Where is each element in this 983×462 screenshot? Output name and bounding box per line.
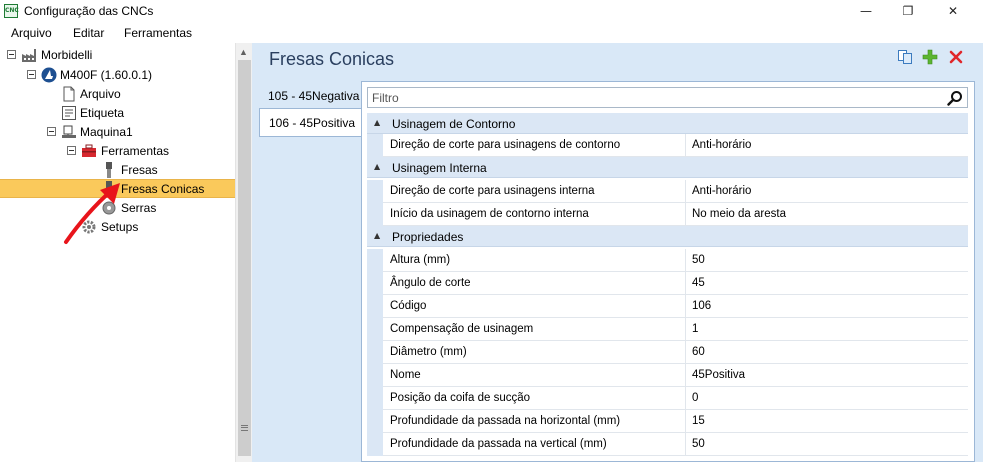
chevron-up-icon[interactable]: ▲ (374, 231, 380, 240)
tree-item-etiqueta[interactable]: Etiqueta (80, 106, 124, 120)
property-row[interactable]: Início da usinagem de contorno interna N… (367, 203, 968, 226)
collapse-toggle-morbidelli[interactable] (7, 50, 16, 59)
property-panel: ▲ Usinagem de Contorno Direção de corte … (361, 81, 975, 462)
property-name: Direção de corte para usinagens interna (383, 180, 686, 203)
property-row[interactable]: Profundidade da passada na horizontal (m… (367, 410, 968, 433)
tree-scrollbar[interactable]: ▲ (235, 43, 252, 462)
scroll-up-icon[interactable]: ▲ (239, 47, 248, 57)
property-value[interactable]: 60 (686, 341, 968, 364)
property-value[interactable]: Anti-horário (686, 180, 968, 203)
property-name: Direção de corte para usinagens de conto… (383, 134, 686, 157)
menu-ferramentas[interactable]: Ferramentas (124, 26, 192, 40)
toolbox-icon (82, 144, 96, 157)
saw-icon (102, 201, 116, 215)
property-name: Profundidade da passada na vertical (mm) (383, 433, 686, 456)
property-name: Posição da coifa de sucção (383, 387, 686, 410)
property-row[interactable]: Nome 45Positiva (367, 364, 968, 387)
tree-item-setups[interactable]: Setups (101, 220, 138, 234)
machine-icon (62, 125, 76, 138)
property-value[interactable]: Anti-horário (686, 134, 968, 157)
label-icon (62, 106, 76, 120)
category-usinagem-contorno[interactable]: ▲ Usinagem de Contorno (367, 113, 968, 134)
filter-box (367, 87, 968, 108)
chevron-up-icon[interactable]: ▲ (374, 118, 380, 127)
tree-item-fresas-conicas[interactable]: Fresas Conicas (121, 182, 204, 196)
property-row[interactable]: Compensação de usinagem 1 (367, 318, 968, 341)
machine-logo-icon (41, 67, 57, 83)
details-panel: Fresas Conicas 105 - 45Negativa 106 - 45… (252, 43, 983, 462)
property-value[interactable]: 106 (686, 295, 968, 318)
tree-item-arquivo[interactable]: Arquivo (80, 87, 121, 101)
property-value[interactable]: 50 (686, 249, 968, 272)
property-name: Ângulo de corte (383, 272, 686, 295)
maximize-button[interactable]: ❐ (885, 0, 931, 22)
property-value[interactable]: 0 (686, 387, 968, 410)
drill-bit-icon (106, 162, 112, 178)
copy-icon[interactable] (897, 49, 913, 65)
property-row[interactable]: Diâmetro (mm) 60 (367, 341, 968, 364)
collapse-toggle-m400f[interactable] (27, 70, 36, 79)
category-propriedades[interactable]: ▲ Propriedades (367, 226, 968, 247)
tree-item-maquina1[interactable]: Maquina1 (80, 125, 133, 139)
property-row[interactable]: Código 106 (367, 295, 968, 318)
property-row[interactable]: Ângulo de corte 45 (367, 272, 968, 295)
property-name: Profundidade da passada na horizontal (m… (383, 410, 686, 433)
property-name: Início da usinagem de contorno interna (383, 203, 686, 226)
tree-item-fresas[interactable]: Fresas (121, 163, 158, 177)
property-name: Código (383, 295, 686, 318)
menu-bar: Arquivo Editar Ferramentas (0, 22, 983, 43)
filter-input[interactable] (372, 90, 932, 105)
cnc-app-icon: CNC (4, 4, 19, 18)
title-bar: CNC Configuração das CNCs — ❐ ✕ (0, 0, 983, 22)
close-button[interactable]: ✕ (930, 0, 976, 22)
property-name: Compensação de usinagem (383, 318, 686, 341)
property-row[interactable]: Direção de corte para usinagens interna … (367, 180, 968, 203)
search-icon[interactable] (947, 90, 963, 106)
window-title: Configuração das CNCs (24, 4, 154, 18)
menu-arquivo[interactable]: Arquivo (11, 26, 52, 40)
property-row[interactable]: Profundidade da passada na vertical (mm)… (367, 433, 968, 456)
tree-item-morbidelli[interactable]: Morbidelli (41, 48, 92, 62)
category-usinagem-interna[interactable]: ▲ Usinagem Interna (367, 157, 968, 178)
tree-item-m400f[interactable]: M400F (1.60.0.1) (60, 68, 152, 82)
property-value[interactable]: 45 (686, 272, 968, 295)
collapse-toggle-ferramentas[interactable] (67, 146, 76, 155)
page-title: Fresas Conicas (269, 49, 395, 69)
factory-icon (22, 49, 36, 62)
tab-106-45positiva[interactable]: 106 - 45Positiva (259, 108, 362, 137)
tree-item-ferramentas[interactable]: Ferramentas (101, 144, 169, 158)
chevron-up-icon[interactable]: ▲ (374, 162, 380, 171)
collapse-toggle-maquina1[interactable] (47, 127, 56, 136)
property-row[interactable]: Posição da coifa de sucção 0 (367, 387, 968, 410)
category-label: Usinagem Interna (392, 161, 487, 175)
property-value[interactable]: No meio da aresta (686, 203, 968, 226)
property-value[interactable]: 50 (686, 433, 968, 456)
conical-bit-icon (106, 181, 112, 197)
config-tree: Morbidelli M400F (1.60.0.1) Arquivo Etiq… (0, 43, 235, 462)
menu-editar[interactable]: Editar (73, 26, 104, 40)
add-icon[interactable] (922, 49, 938, 65)
minimize-button[interactable]: — (843, 0, 889, 22)
tab-105-45negativa[interactable]: 105 - 45Negativa (259, 81, 362, 110)
delete-icon[interactable] (948, 49, 964, 65)
property-value[interactable]: 45Positiva (686, 364, 968, 387)
property-value[interactable]: 1 (686, 318, 968, 341)
property-name: Diâmetro (mm) (383, 341, 686, 364)
property-value[interactable]: 15 (686, 410, 968, 433)
tree-item-serras[interactable]: Serras (121, 201, 156, 215)
document-icon (63, 86, 75, 102)
gear-icon (82, 220, 96, 234)
property-row[interactable]: Direção de corte para usinagens de conto… (367, 134, 968, 157)
property-name: Nome (383, 364, 686, 387)
property-row[interactable]: Altura (mm) 50 (367, 249, 968, 272)
property-name: Altura (mm) (383, 249, 686, 272)
category-label: Propriedades (392, 230, 464, 244)
category-label: Usinagem de Contorno (392, 117, 516, 131)
scroll-thumb[interactable] (238, 60, 251, 456)
scroll-grip-icon (241, 425, 248, 431)
